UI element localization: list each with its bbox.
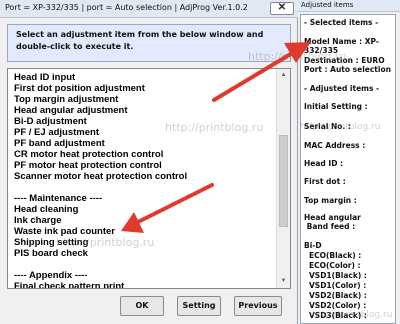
scroll-thumb[interactable] — [279, 135, 288, 227]
close-button[interactable]: ✕ — [270, 2, 294, 15]
watermark: http://printblog.ru — [56, 236, 155, 249]
bid-vsd2-black: VSD2(Black) : — [309, 291, 367, 300]
ok-button[interactable]: OK — [120, 296, 164, 316]
list-item-head-cleaning[interactable]: Head cleaning — [14, 204, 78, 215]
initial-setting-label: Initial Setting : — [304, 102, 368, 111]
top-margin-label: Top margin : — [304, 196, 357, 205]
instruction-text: Select an adjustment item from the below… — [16, 30, 264, 51]
band-feed-label: Band feed : — [304, 222, 356, 231]
setting-button[interactable]: Setting — [177, 296, 221, 316]
list-item-pf-band[interactable]: PF band adjustment — [14, 138, 105, 149]
watermark: http://printblog.ru — [165, 121, 264, 134]
bid-vsd1-color: VSD1(Color) : — [309, 281, 367, 290]
title-bar: Port = XP-332/335 | port = Auto selectio… — [0, 0, 298, 18]
list-scrollbar[interactable]: ▲ ▼ — [276, 69, 290, 288]
model-name-label: Model Name : XP- — [304, 37, 379, 46]
list-item-cr-motor-heat[interactable]: CR motor heat protection control — [14, 149, 163, 160]
watermark: http://printblog.ru — [248, 50, 347, 63]
adjusted-items-title: Adjusted items — [301, 1, 354, 9]
close-icon: ✕ — [277, 2, 287, 13]
bid-eco-black: ECO(Black) : — [309, 251, 362, 260]
list-item-first-dot-position[interactable]: First dot position adjustment — [14, 83, 145, 94]
watermark: http://printblog.ru — [312, 310, 393, 320]
scroll-down-arrow-icon[interactable]: ▼ — [277, 275, 290, 288]
bid-vsd2-color: VSD2(Color) : — [309, 301, 367, 310]
bi-d-label: Bi-D — [304, 241, 322, 250]
list-item-scanner-motor-heat[interactable]: Scanner motor heat protection control — [14, 171, 187, 182]
selected-items-header: - Selected items - — [304, 18, 379, 27]
list-item-pis-board-check[interactable]: PIS board check — [14, 248, 88, 259]
adjusted-items-title-bar: Adjusted items — [298, 0, 400, 12]
list-item-pf-ej[interactable]: PF / EJ adjustment — [14, 127, 99, 138]
adjustment-list[interactable]: Head ID input First dot position adjustm… — [7, 68, 291, 289]
list-section-maintenance[interactable]: ---- Maintenance ---- — [14, 193, 102, 204]
list-item-ink-charge[interactable]: Ink charge — [14, 215, 62, 226]
window-title: Port = XP-332/335 | port = Auto selectio… — [5, 3, 248, 12]
list-item-top-margin[interactable]: Top margin adjustment — [14, 94, 118, 105]
list-section-appendix[interactable]: ---- Appendix ---- — [14, 270, 88, 281]
port-label: Port : Auto selection — [304, 65, 391, 74]
list-item-bi-d[interactable]: Bi-D adjustment — [14, 116, 87, 127]
list-item-pf-motor-heat[interactable]: PF motor heat protection control — [14, 160, 162, 171]
list-item-final-check-pattern[interactable]: Final check pattern print — [14, 281, 124, 288]
scroll-up-arrow-icon[interactable]: ▲ — [277, 69, 290, 82]
watermark: http://printblog.ru — [300, 122, 381, 132]
head-id-label: Head ID : — [304, 159, 344, 168]
adjusted-items-window: Adjusted items - Selected items - Model … — [298, 0, 400, 324]
adjusted-items-header: - Adjusted items - — [304, 84, 380, 93]
first-dot-label: First dot : — [304, 177, 346, 186]
bid-eco-color: ECO(Color) : — [309, 261, 361, 270]
head-angular-label: Head angular — [304, 213, 361, 222]
list-item-head-angular[interactable]: Head angular adjustment — [14, 105, 128, 116]
adjustment-program-window: Port = XP-332/335 | port = Auto selectio… — [0, 0, 298, 324]
list-item-head-id-input[interactable]: Head ID input — [14, 72, 75, 83]
previous-button[interactable]: Previous — [234, 296, 282, 316]
mac-address-label: MAC Address : — [304, 141, 366, 150]
bid-vsd1-black: VSD1(Black) : — [309, 271, 367, 280]
